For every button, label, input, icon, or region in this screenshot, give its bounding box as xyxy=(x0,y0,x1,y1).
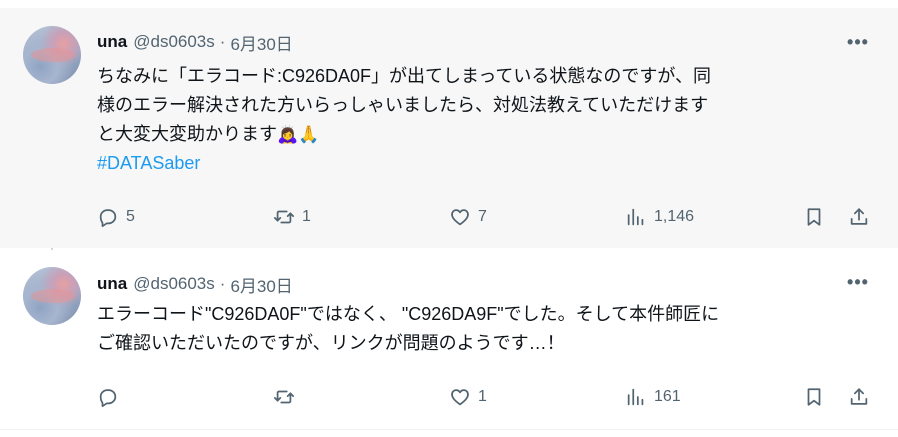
tweet-text-fragment: と大変大変助かります xyxy=(97,124,277,144)
tweet-text-line: と大変大変助かります🙇‍♀️🙏 xyxy=(97,120,867,149)
views-icon xyxy=(627,208,644,226)
display-name[interactable]: una xyxy=(97,274,127,294)
like-button[interactable]: 7 xyxy=(449,204,487,230)
views-icon xyxy=(627,388,644,406)
bookmark-icon xyxy=(807,388,821,406)
tweet-date[interactable]: 6月30日 xyxy=(230,30,292,55)
heart-icon xyxy=(451,209,469,226)
tweet-text: エラーコード"C926DA0F"ではなく、 "C926DA9F"でした。そして本… xyxy=(97,300,867,358)
share-button[interactable] xyxy=(848,204,870,230)
share-button[interactable] xyxy=(848,384,870,410)
share-icon xyxy=(850,388,868,405)
like-button[interactable]: 1 xyxy=(449,384,487,410)
reply-count: 5 xyxy=(126,208,135,225)
separator-dot: · xyxy=(219,274,226,293)
view-count: 161 xyxy=(654,388,681,405)
tweet-text: ちなみに「エラコード:C926DA0F」が出てしまっている状態なのですが、同 様… xyxy=(97,62,867,178)
bowing-and-pray-emoji-icon: 🙇‍♀️🙏 xyxy=(277,125,320,144)
reply-button[interactable]: 5 xyxy=(97,204,135,230)
tweet-text-line: 様のエラー解決された方いらっしゃいましたら、対処法教えていただけます xyxy=(97,95,709,115)
reply-icon xyxy=(99,209,117,228)
tweet-header: una @ds0603s · 6月30日 xyxy=(97,272,293,296)
avatar[interactable] xyxy=(23,26,81,84)
reply-button[interactable] xyxy=(97,384,126,410)
more-options-icon[interactable]: ••• xyxy=(847,32,868,52)
repost-button[interactable] xyxy=(273,384,302,410)
tweet-text-line: エラーコード"C926DA0F"ではなく、 "C926DA9F"でした。そして本… xyxy=(97,304,720,324)
avatar[interactable] xyxy=(23,267,81,325)
repost-icon xyxy=(273,210,295,224)
tweet[interactable]: una @ds0603s · 6月30日 ••• エラーコード"C926DA0F… xyxy=(0,250,898,428)
user-handle[interactable]: @ds0603s xyxy=(133,274,215,294)
share-icon xyxy=(850,208,868,225)
bookmark-button[interactable] xyxy=(803,384,825,410)
user-handle[interactable]: @ds0603s xyxy=(133,32,215,52)
repost-icon xyxy=(273,390,295,404)
heart-icon xyxy=(451,389,469,406)
tweet-text-line: ちなみに「エラコード:C926DA0F」が出てしまっている状態なのですが、同 xyxy=(97,66,712,86)
display-name[interactable]: una xyxy=(97,32,127,52)
divider xyxy=(0,429,898,430)
tweet-text-line: ご確認いただいたのですが、リンクが問題のようです…！ xyxy=(97,333,565,353)
tweet-header: una @ds0603s · 6月30日 xyxy=(97,30,293,54)
bookmark-icon xyxy=(807,208,821,226)
separator-dot: · xyxy=(219,32,226,51)
tweet-actions: 5 1 7 1,146 xyxy=(97,204,877,230)
repost-button[interactable]: 1 xyxy=(273,204,311,230)
tweet-date[interactable]: 6月30日 xyxy=(230,272,292,297)
bookmark-button[interactable] xyxy=(803,204,825,230)
like-count: 1 xyxy=(478,388,487,405)
like-count: 7 xyxy=(478,208,487,225)
hashtag-link[interactable]: #DATASaber xyxy=(97,149,867,178)
more-options-icon[interactable]: ••• xyxy=(847,272,868,292)
reply-icon xyxy=(99,389,117,408)
view-count: 1,146 xyxy=(654,208,695,225)
tweet[interactable]: una @ds0603s · 6月30日 ••• ちなみに「エラコード:C926… xyxy=(0,8,898,248)
repost-count: 1 xyxy=(302,208,311,225)
views-button[interactable]: 161 xyxy=(625,384,681,410)
tweet-actions: 1 161 xyxy=(97,384,877,410)
views-button[interactable]: 1,146 xyxy=(625,204,694,230)
